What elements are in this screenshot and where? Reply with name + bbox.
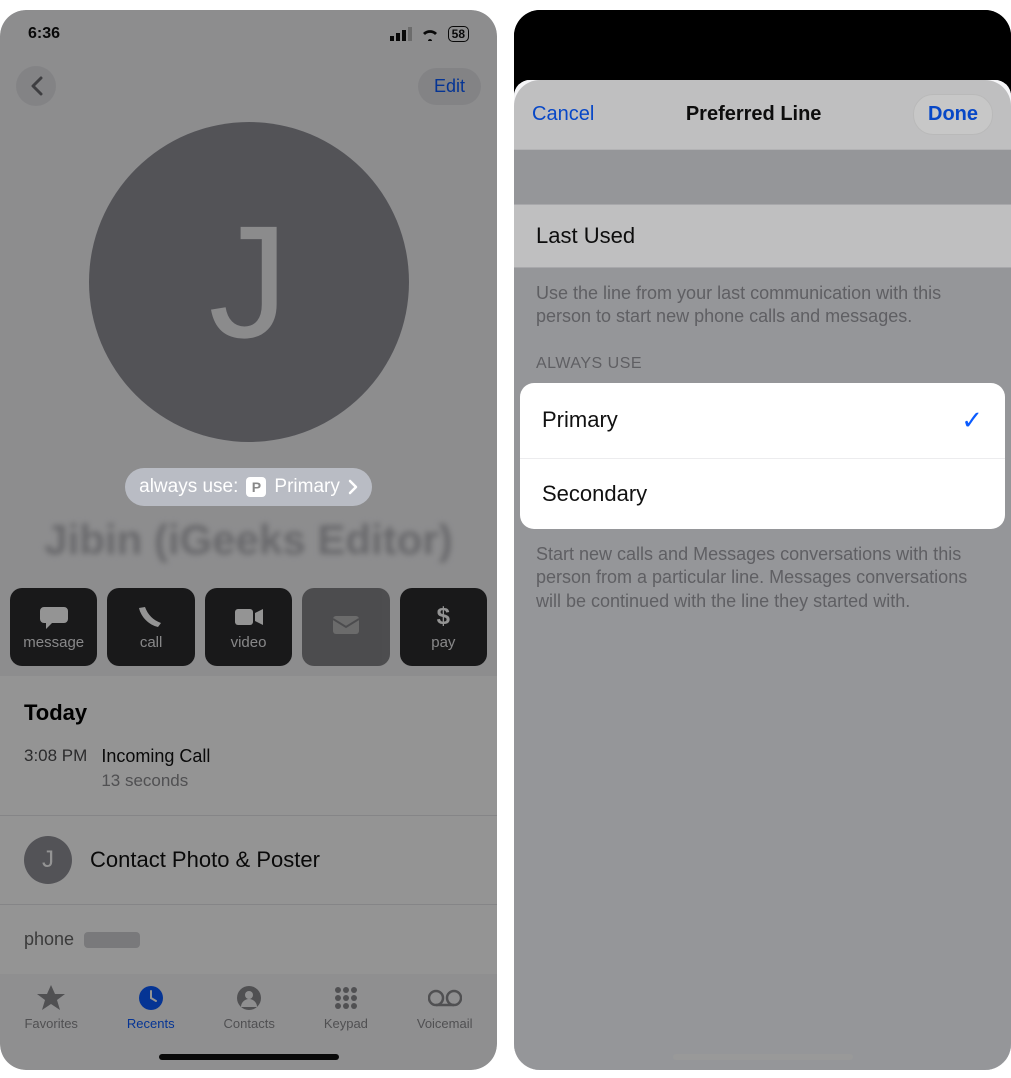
- contact-hero: J always use: P Primary Jibin (iGeeks Ed…: [0, 114, 497, 578]
- done-button[interactable]: Done: [913, 94, 993, 135]
- mail-icon: [332, 612, 360, 638]
- sim-badge-icon: P: [246, 477, 266, 497]
- message-label: message: [23, 634, 84, 651]
- status-bar: 6:36 58: [0, 10, 497, 58]
- call-time: 3:08 PM: [24, 746, 87, 791]
- mail-button[interactable]: [302, 588, 389, 666]
- message-button[interactable]: message: [10, 588, 97, 666]
- nav-bar: Edit: [0, 58, 497, 114]
- pill-prefix: always use:: [139, 476, 238, 498]
- tab-voicemail-label: Voicemail: [417, 1016, 473, 1031]
- checkmark-icon: ✓: [961, 405, 983, 436]
- contact-name: Jibin (iGeeks Editor): [44, 516, 452, 564]
- last-used-group: Last Used Use the line from your last co…: [514, 150, 1011, 355]
- home-indicator[interactable]: [159, 1054, 339, 1060]
- pay-label: pay: [431, 634, 455, 651]
- voicemail-icon: [428, 984, 462, 1012]
- edit-button[interactable]: Edit: [418, 68, 481, 105]
- pill-line-label: Primary: [274, 476, 339, 498]
- tab-recents[interactable]: Recents: [127, 984, 175, 1031]
- message-icon: [40, 604, 68, 630]
- tab-recents-label: Recents: [127, 1016, 175, 1031]
- option-primary-label: Primary: [542, 407, 618, 433]
- wifi-icon: [420, 27, 440, 41]
- call-label: call: [140, 634, 163, 651]
- tab-contacts[interactable]: Contacts: [224, 984, 275, 1031]
- option-secondary[interactable]: Secondary: [520, 459, 1005, 529]
- contact-card-screen: 6:36 58 Edit J always use: P Primary Jib…: [0, 10, 497, 1070]
- status-icons: 58: [390, 26, 469, 42]
- cellular-icon: [390, 27, 412, 41]
- last-used-footer: Use the line from your last communicatio…: [514, 268, 1011, 355]
- call-log-row[interactable]: 3:08 PM Incoming Call 13 seconds: [0, 734, 497, 816]
- always-use-footer: Start new calls and Messages conversatio…: [514, 529, 1011, 639]
- tab-keypad-label: Keypad: [324, 1016, 368, 1031]
- preferred-line-sheet: Cancel Preferred Line Done Last Used Use…: [514, 80, 1011, 1070]
- recents-section: Today 3:08 PM Incoming Call 13 seconds J…: [0, 676, 497, 950]
- pay-button[interactable]: $ pay: [400, 588, 487, 666]
- sheet-title: Preferred Line: [686, 103, 822, 126]
- chevron-right-icon: [348, 479, 358, 495]
- star-icon: [34, 984, 68, 1012]
- call-button[interactable]: call: [107, 588, 194, 666]
- last-used-row[interactable]: Last Used: [514, 204, 1011, 268]
- video-button[interactable]: video: [205, 588, 292, 666]
- tab-keypad[interactable]: Keypad: [324, 984, 368, 1031]
- line-options-card: Primary ✓ Secondary: [520, 383, 1005, 529]
- home-indicator[interactable]: [673, 1054, 853, 1060]
- action-row: message call video $ pay: [0, 578, 497, 676]
- poster-label: Contact Photo & Poster: [90, 847, 320, 873]
- chevron-left-icon: [29, 76, 43, 96]
- tab-favorites-label: Favorites: [24, 1016, 77, 1031]
- person-icon: [232, 984, 266, 1012]
- always-use-header: ALWAYS USE: [514, 355, 1011, 383]
- always-use-pill[interactable]: always use: P Primary: [125, 468, 372, 506]
- sheet-header: Cancel Preferred Line Done: [514, 80, 1011, 150]
- battery-icon: 58: [448, 26, 469, 42]
- tab-favorites[interactable]: Favorites: [24, 984, 77, 1031]
- video-icon: [235, 604, 263, 630]
- today-header: Today: [24, 700, 473, 726]
- mini-avatar: J: [24, 836, 72, 884]
- keypad-icon: [329, 984, 363, 1012]
- cancel-button[interactable]: Cancel: [532, 103, 594, 126]
- tab-contacts-label: Contacts: [224, 1016, 275, 1031]
- contact-photo-poster-row[interactable]: J Contact Photo & Poster: [0, 816, 497, 905]
- option-secondary-label: Secondary: [542, 481, 647, 507]
- phone-icon: [137, 604, 165, 630]
- dollar-icon: $: [429, 604, 457, 630]
- phone-field-row[interactable]: phone: [0, 905, 497, 950]
- contact-avatar: J: [89, 122, 409, 442]
- phone-badge: [84, 932, 140, 948]
- phone-field-label: phone: [24, 929, 74, 950]
- call-duration: 13 seconds: [101, 771, 210, 791]
- tab-voicemail[interactable]: Voicemail: [417, 984, 473, 1031]
- call-title: Incoming Call: [101, 746, 210, 767]
- preferred-line-screen: 10:48 47 Cancel Preferred Line Done Last…: [514, 10, 1011, 1070]
- clock-icon: [134, 984, 168, 1012]
- status-time: 6:36: [28, 25, 60, 43]
- option-primary[interactable]: Primary ✓: [520, 383, 1005, 459]
- back-button[interactable]: [16, 66, 56, 106]
- video-label: video: [231, 634, 267, 651]
